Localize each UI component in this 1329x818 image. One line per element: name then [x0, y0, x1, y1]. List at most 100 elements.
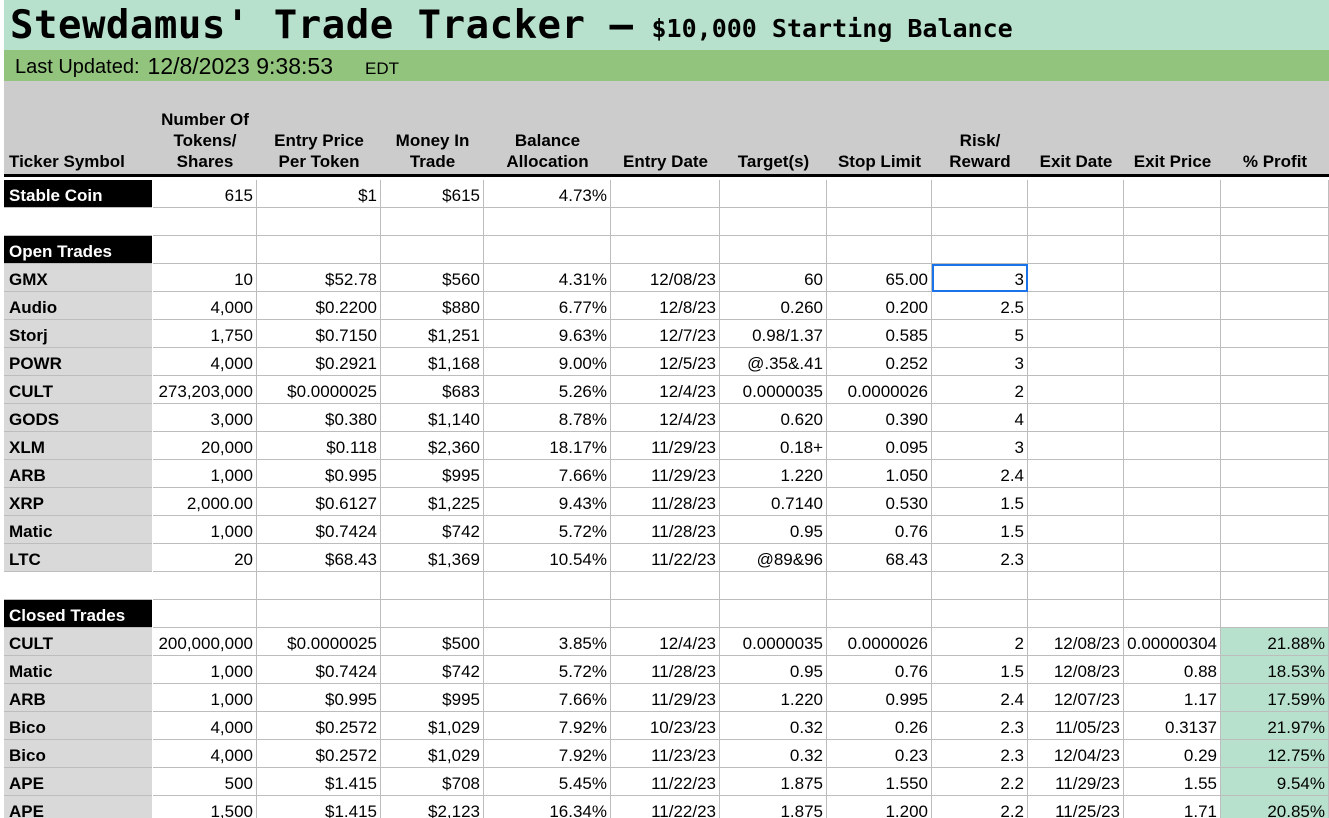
- cell-exit-date[interactable]: [1028, 600, 1124, 628]
- cell-stop-limit[interactable]: [827, 572, 932, 600]
- cell-number-of-tokens[interactable]: 4,000: [153, 712, 257, 740]
- cell-number-of-tokens[interactable]: [153, 572, 257, 600]
- cell-ticker[interactable]: CULT: [4, 628, 152, 656]
- cell-risk-reward[interactable]: 2: [932, 628, 1028, 656]
- cell-number-of-tokens[interactable]: 1,000: [153, 684, 257, 712]
- cell-risk-reward[interactable]: 3: [932, 432, 1028, 460]
- cell-percent-profit[interactable]: [1221, 544, 1329, 572]
- cell-stop-limit[interactable]: 0.23: [827, 740, 932, 768]
- cell-number-of-tokens[interactable]: 1,750: [153, 320, 257, 348]
- cell-risk-reward[interactable]: [932, 572, 1028, 600]
- cell-percent-profit[interactable]: [1221, 488, 1329, 516]
- cell-entry-price[interactable]: $1.415: [257, 768, 381, 796]
- cell-risk-reward[interactable]: 1.5: [932, 656, 1028, 684]
- cell-balance-allocation[interactable]: 18.17%: [484, 432, 611, 460]
- cell-number-of-tokens[interactable]: 4,000: [153, 348, 257, 376]
- cell-entry-date[interactable]: 11/28/23: [611, 516, 720, 544]
- cell-percent-profit[interactable]: [1221, 236, 1329, 264]
- cell-percent-profit[interactable]: 18.53%: [1221, 656, 1329, 684]
- cell-number-of-tokens[interactable]: 20: [153, 544, 257, 572]
- cell-percent-profit[interactable]: 21.97%: [1221, 712, 1329, 740]
- cell-money-in-trade[interactable]: $683: [381, 376, 484, 404]
- cell-balance-allocation[interactable]: 5.45%: [484, 768, 611, 796]
- cell-ticker[interactable]: APE: [4, 796, 152, 818]
- cell-risk-reward[interactable]: 2.2: [932, 768, 1028, 796]
- cell-entry-date[interactable]: 12/4/23: [611, 404, 720, 432]
- cell-targets[interactable]: 1.875: [720, 768, 827, 796]
- cell-risk-reward[interactable]: [932, 180, 1028, 208]
- cell-ticker[interactable]: Matic: [4, 516, 152, 544]
- cell-percent-profit[interactable]: [1221, 320, 1329, 348]
- cell-exit-date[interactable]: 11/29/23: [1028, 768, 1124, 796]
- cell-stop-limit[interactable]: [827, 236, 932, 264]
- cell-targets[interactable]: @89&96: [720, 544, 827, 572]
- cell-money-in-trade[interactable]: $1,369: [381, 544, 484, 572]
- cell-risk-reward[interactable]: 3: [932, 264, 1028, 292]
- cell-ticker[interactable]: ARB: [4, 460, 152, 488]
- cell-targets[interactable]: 0.260: [720, 292, 827, 320]
- cell-balance-allocation[interactable]: 10.54%: [484, 544, 611, 572]
- cell-money-in-trade[interactable]: $2,123: [381, 796, 484, 818]
- cell-stop-limit[interactable]: 1.550: [827, 768, 932, 796]
- cell-exit-date[interactable]: [1028, 488, 1124, 516]
- cell-money-in-trade[interactable]: $1,140: [381, 404, 484, 432]
- cell-entry-date[interactable]: 12/8/23: [611, 292, 720, 320]
- cell-number-of-tokens[interactable]: 3,000: [153, 404, 257, 432]
- cell-percent-profit[interactable]: [1221, 516, 1329, 544]
- cell-entry-price[interactable]: $52.78: [257, 264, 381, 292]
- cell-balance-allocation[interactable]: 9.00%: [484, 348, 611, 376]
- cell-ticker[interactable]: CULT: [4, 376, 152, 404]
- cell-entry-date[interactable]: 11/29/23: [611, 432, 720, 460]
- cell-balance-allocation[interactable]: [484, 600, 611, 628]
- cell-balance-allocation[interactable]: 5.26%: [484, 376, 611, 404]
- cell-entry-price[interactable]: $0.380: [257, 404, 381, 432]
- cell-balance-allocation[interactable]: [484, 236, 611, 264]
- cell-balance-allocation[interactable]: 7.92%: [484, 712, 611, 740]
- cell-entry-price[interactable]: $0.2572: [257, 740, 381, 768]
- cell-ticker[interactable]: Closed Trades: [4, 600, 152, 628]
- cell-exit-price[interactable]: 1.71: [1124, 796, 1221, 818]
- cell-number-of-tokens[interactable]: [153, 236, 257, 264]
- cell-number-of-tokens[interactable]: 1,000: [153, 656, 257, 684]
- cell-exit-date[interactable]: [1028, 376, 1124, 404]
- cell-stop-limit[interactable]: 0.585: [827, 320, 932, 348]
- header-exit-date[interactable]: Exit Date: [1028, 151, 1124, 172]
- cell-exit-date[interactable]: [1028, 572, 1124, 600]
- cell-percent-profit[interactable]: [1221, 460, 1329, 488]
- cell-money-in-trade[interactable]: $500: [381, 628, 484, 656]
- cell-risk-reward[interactable]: 4: [932, 404, 1028, 432]
- cell-exit-date[interactable]: 12/07/23: [1028, 684, 1124, 712]
- cell-money-in-trade[interactable]: $1,251: [381, 320, 484, 348]
- cell-entry-date[interactable]: 12/08/23: [611, 264, 720, 292]
- cell-entry-date[interactable]: 12/4/23: [611, 376, 720, 404]
- cell-balance-allocation[interactable]: 5.72%: [484, 656, 611, 684]
- cell-entry-date[interactable]: 12/5/23: [611, 348, 720, 376]
- cell-stop-limit[interactable]: 0.095: [827, 432, 932, 460]
- cell-exit-date[interactable]: 11/25/23: [1028, 796, 1124, 818]
- cell-stop-limit[interactable]: 0.390: [827, 404, 932, 432]
- cell-ticker[interactable]: Bico: [4, 712, 152, 740]
- cell-exit-date[interactable]: [1028, 180, 1124, 208]
- cell-exit-date[interactable]: [1028, 544, 1124, 572]
- cell-number-of-tokens[interactable]: 273,203,000: [153, 376, 257, 404]
- cell-entry-price[interactable]: $1: [257, 180, 381, 208]
- cell-money-in-trade[interactable]: $615: [381, 180, 484, 208]
- cell-entry-date[interactable]: 12/7/23: [611, 320, 720, 348]
- cell-entry-price[interactable]: [257, 236, 381, 264]
- cell-number-of-tokens[interactable]: [153, 600, 257, 628]
- cell-ticker[interactable]: Matic: [4, 656, 152, 684]
- cell-entry-price[interactable]: [257, 572, 381, 600]
- cell-percent-profit[interactable]: 12.75%: [1221, 740, 1329, 768]
- cell-ticker[interactable]: ARB: [4, 684, 152, 712]
- cell-money-in-trade[interactable]: [381, 600, 484, 628]
- cell-entry-price[interactable]: $0.995: [257, 684, 381, 712]
- cell-entry-price[interactable]: $0.7150: [257, 320, 381, 348]
- cell-exit-price[interactable]: [1124, 404, 1221, 432]
- cell-money-in-trade[interactable]: $560: [381, 264, 484, 292]
- header-entry-price[interactable]: Entry Price Per Token: [257, 130, 381, 172]
- cell-risk-reward[interactable]: 2.3: [932, 740, 1028, 768]
- cell-stop-limit[interactable]: 0.26: [827, 712, 932, 740]
- cell-balance-allocation[interactable]: [484, 572, 611, 600]
- cell-entry-price[interactable]: $0.7424: [257, 656, 381, 684]
- cell-risk-reward[interactable]: 2.5: [932, 292, 1028, 320]
